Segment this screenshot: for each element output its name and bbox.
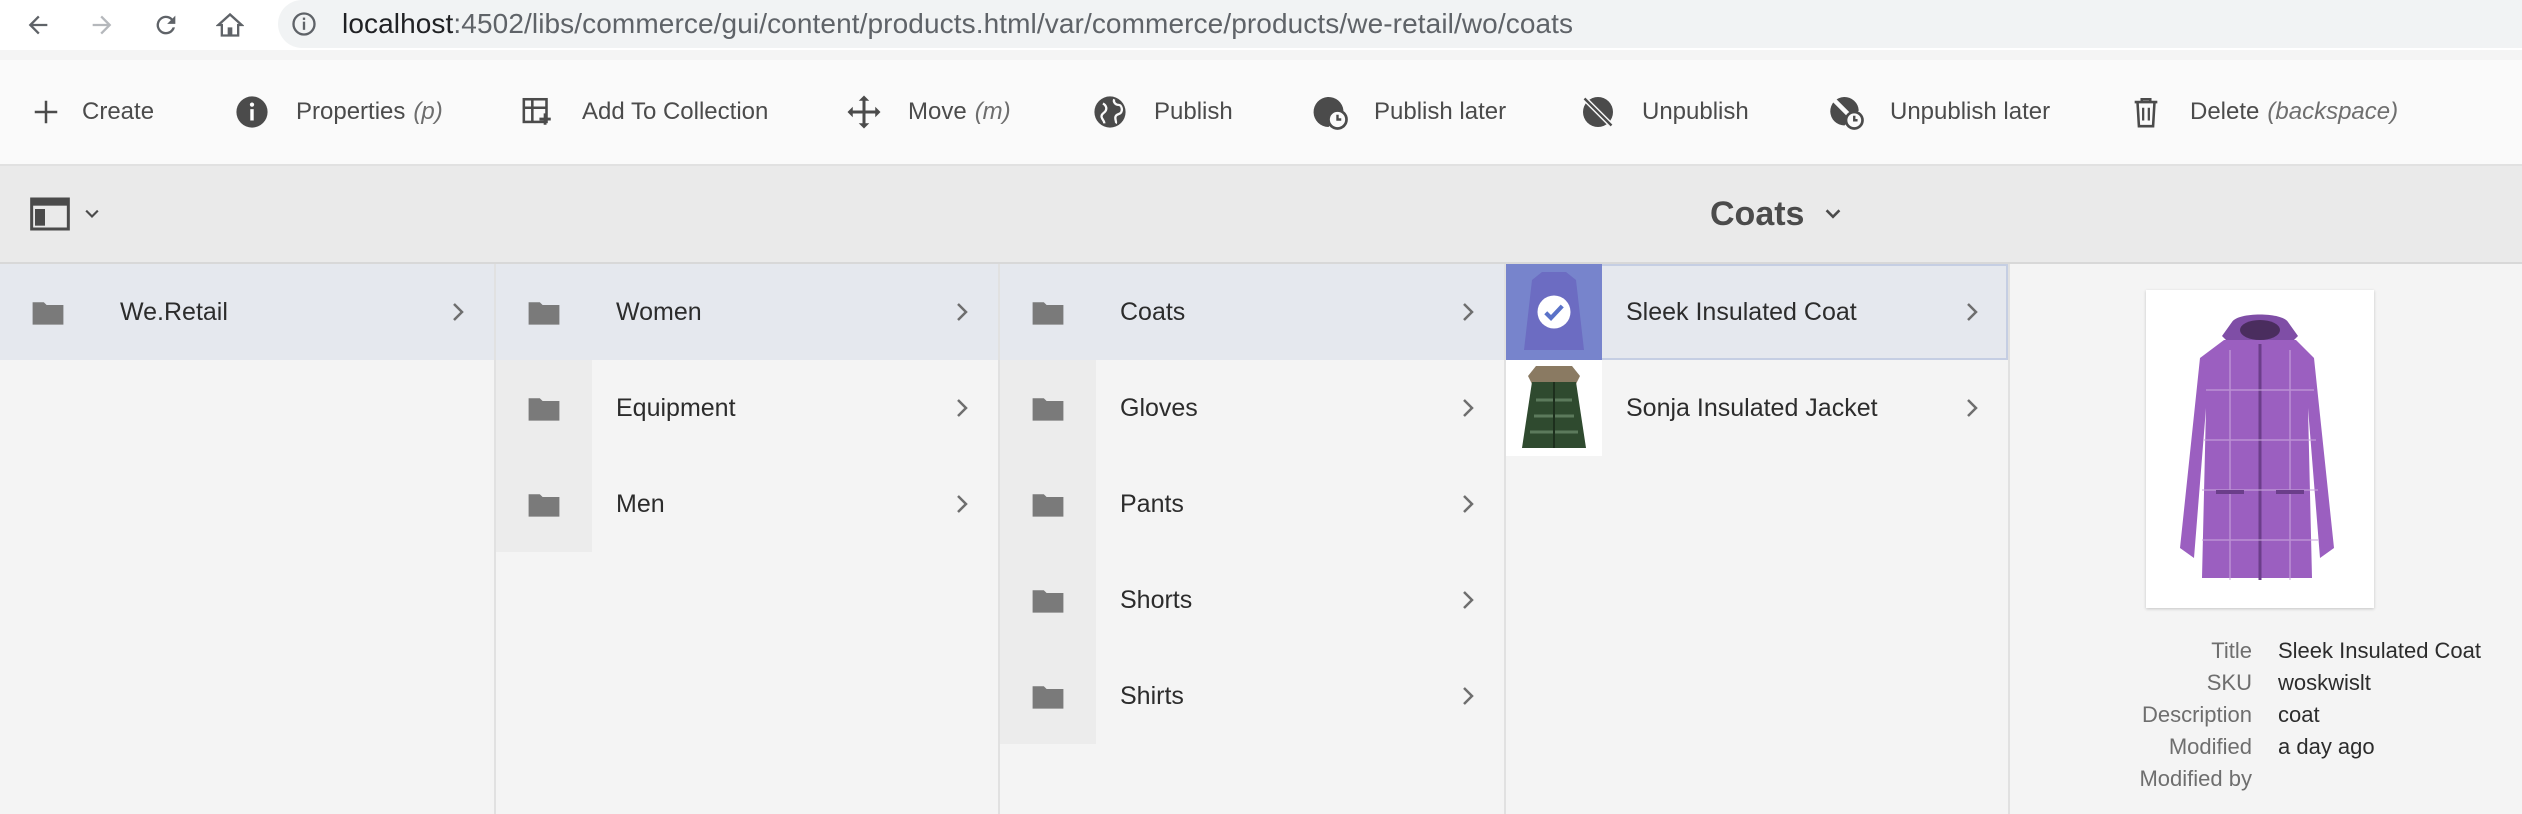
- folder-icon: [1032, 590, 1064, 613]
- folder-icon: [1032, 398, 1064, 421]
- list-item-pants[interactable]: Pants: [1000, 456, 1504, 552]
- list-item-shirts[interactable]: Shirts: [1000, 648, 1504, 744]
- coat-preview-image: [2146, 290, 2374, 608]
- checkmark-circle-icon: [1537, 295, 1571, 329]
- preview-panel: Title Sleek Insulated Coat SKU woskwislt…: [2010, 264, 2522, 814]
- trash-icon: [2134, 97, 2158, 128]
- folder-icon: [1032, 302, 1064, 325]
- properties-button[interactable]: Properties (p): [232, 60, 443, 164]
- reload-button[interactable]: [146, 6, 186, 44]
- meta-title: Title Sleek Insulated Coat: [2211, 638, 2482, 663]
- publish-later-button[interactable]: Publish later: [1310, 60, 1506, 164]
- collection-add-icon: [522, 97, 551, 125]
- url-text: localhost:4502/libs/commerce/gui/content…: [342, 8, 1574, 39]
- chevron-right-icon: [957, 303, 968, 321]
- back-button[interactable]: [18, 6, 58, 44]
- column-coats: Sleek Insulated Coat Sonja Insulated Jac…: [1506, 264, 2010, 814]
- list-item-equipment[interactable]: Equipment: [496, 360, 998, 456]
- folder-title-dropdown[interactable]: Coats: [1710, 188, 1844, 240]
- rail-toggle-button[interactable]: [30, 194, 120, 234]
- action-bar: Create Properties (p) Add To Collection M…: [0, 60, 2522, 166]
- chevron-right-icon: [453, 303, 464, 321]
- chevron-down-icon: [1826, 209, 1841, 219]
- globe-clock-icon: [1313, 97, 1348, 130]
- chevron-right-icon: [1967, 303, 1978, 321]
- folder-icon: [1032, 686, 1064, 709]
- chevron-right-icon: [1463, 303, 1474, 321]
- move-button[interactable]: Move (m): [844, 60, 1011, 164]
- folder-icon: [32, 302, 64, 325]
- page-title: Coats: [1710, 194, 1805, 233]
- product-thumbnail: [1506, 264, 1602, 360]
- column-root: We.Retail: [0, 264, 496, 814]
- rail-icon: [30, 197, 70, 231]
- chevron-right-icon: [957, 399, 968, 417]
- preview-card: [2146, 290, 2374, 608]
- chevron-right-icon: [957, 495, 968, 513]
- info-circle-icon: [236, 96, 268, 128]
- meta-modified: Modified a day ago: [2168, 734, 2375, 759]
- product-thumbnail: [1506, 360, 1602, 456]
- chevron-right-icon: [1463, 687, 1474, 705]
- chevron-right-icon: [1967, 399, 1978, 417]
- jacket-image: [1506, 360, 1602, 456]
- chevron-down-icon: [85, 209, 99, 219]
- folder-icon: [528, 398, 560, 421]
- home-icon: [216, 12, 244, 37]
- meta-sku: SKU woskwislt: [2206, 670, 2371, 695]
- browser-toolbar: localhost:4502/libs/commerce/gui/content…: [0, 0, 2522, 50]
- publish-button[interactable]: Publish: [1090, 60, 1233, 164]
- column-women: Coats Gloves Pants Shorts Shirts: [1000, 264, 1506, 814]
- chevron-right-icon: [1463, 399, 1474, 417]
- create-button[interactable]: Create: [26, 60, 154, 164]
- chevron-right-icon: [1463, 591, 1474, 609]
- address-bar[interactable]: localhost:4502/libs/commerce/gui/content…: [278, 0, 2522, 48]
- arrow-right-icon: [92, 15, 112, 35]
- plus-icon: [34, 100, 58, 124]
- column-we-retail: Women Equipment Men: [496, 264, 1000, 814]
- meta-modified-by: Modified by: [2139, 766, 2252, 791]
- list-item-we-retail[interactable]: We.Retail: [0, 264, 494, 360]
- add-to-collection-button[interactable]: Add To Collection: [518, 60, 768, 164]
- globe-icon: [1094, 96, 1126, 128]
- list-item-gloves[interactable]: Gloves: [1000, 360, 1504, 456]
- delete-button[interactable]: Delete (backspace): [2126, 60, 2398, 164]
- forward-button[interactable]: [82, 6, 122, 44]
- list-item-shorts[interactable]: Shorts: [1000, 552, 1504, 648]
- chevron-right-icon: [1463, 495, 1474, 513]
- header-bar: Coats: [0, 166, 2522, 264]
- arrow-left-icon: [28, 15, 48, 35]
- move-icon: [847, 95, 881, 129]
- list-item-coats[interactable]: Coats: [1000, 264, 1504, 360]
- globe-strike-clock-icon: [1830, 96, 1864, 130]
- info-icon: [292, 12, 316, 36]
- unpublish-button[interactable]: Unpublish: [1578, 60, 1749, 164]
- list-item-women[interactable]: Women: [496, 264, 998, 360]
- folder-icon: [1032, 494, 1064, 517]
- home-button[interactable]: [210, 6, 250, 44]
- unpublish-later-button[interactable]: Unpublish later: [1826, 60, 2050, 164]
- globe-strike-icon: [1582, 96, 1614, 128]
- list-item-men[interactable]: Men: [496, 456, 998, 552]
- folder-icon: [528, 494, 560, 517]
- reload-icon: [156, 15, 176, 35]
- list-item-sonja-insulated-jacket[interactable]: Sonja Insulated Jacket: [1506, 360, 2008, 456]
- list-item-sleek-insulated-coat[interactable]: Sleek Insulated Coat: [1506, 264, 2008, 360]
- meta-description: Description coat: [2141, 702, 2320, 727]
- folder-icon: [528, 302, 560, 325]
